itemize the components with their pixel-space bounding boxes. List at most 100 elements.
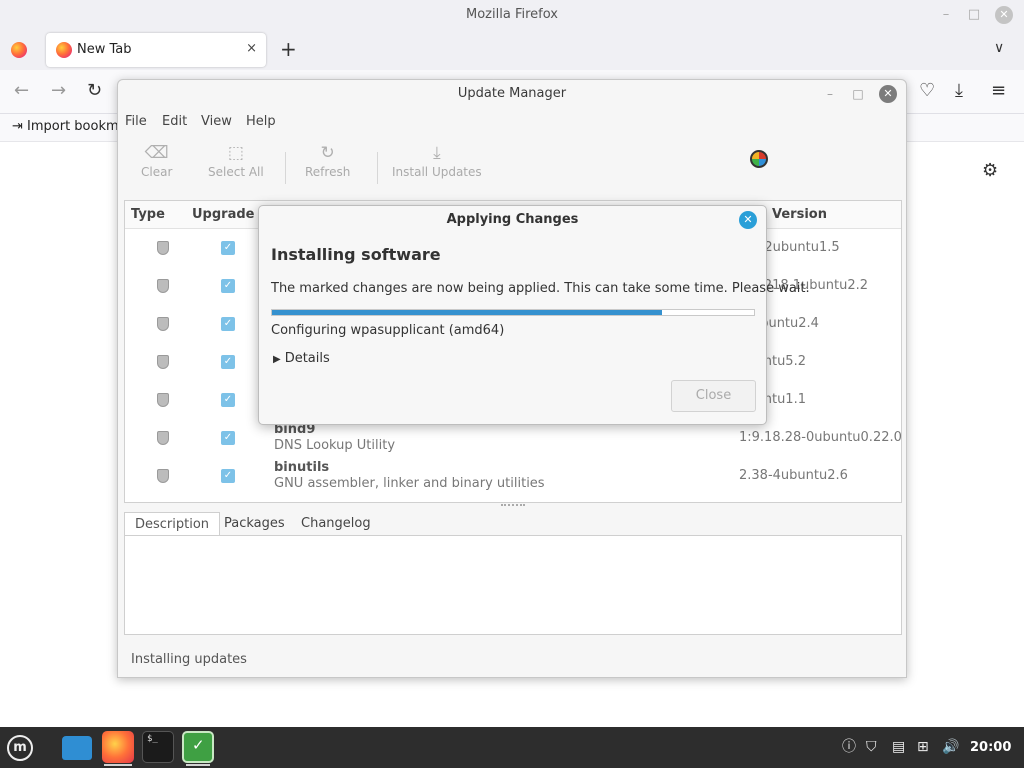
package-version: 1:9.18.28-0ubuntu0.22.04.	[739, 430, 902, 445]
files-folder-icon[interactable]	[62, 736, 92, 760]
menu-icon[interactable]: ≡	[991, 81, 1006, 101]
firefox-close-button[interactable]: ✕	[995, 6, 1013, 24]
firefox-window-title: Mozilla Firefox	[466, 7, 558, 22]
firefox-minimize-button[interactable]: –	[937, 6, 955, 24]
firefox-tab-icon	[56, 42, 72, 58]
tab-changelog[interactable]: Changelog	[291, 512, 381, 536]
tab-new-tab[interactable]: New Tab ×	[46, 33, 266, 67]
notification-icon[interactable]: ⓘ	[842, 739, 856, 755]
column-upgrade[interactable]: Upgrade	[192, 207, 254, 222]
upgrade-checkbox[interactable]: ✓	[221, 393, 235, 407]
status-globe-icon	[750, 150, 768, 168]
refresh-icon: ↻	[320, 143, 335, 163]
dialog-title: Applying Changes	[446, 212, 579, 227]
applying-changes-dialog: Applying Changes ✕ Installing software T…	[258, 205, 810, 425]
dialog-message: The marked changes are now being applied…	[271, 281, 810, 296]
menu-view[interactable]: View	[201, 114, 232, 129]
terminal-icon[interactable]: $_	[142, 731, 174, 763]
update-manager-shield-icon[interactable]	[182, 731, 214, 766]
import-bookmarks-link[interactable]: ⇥ Import bookm	[12, 119, 119, 134]
firefox-taskbar-icon[interactable]	[102, 731, 134, 766]
security-shield-icon	[157, 317, 169, 331]
package-description: GNU assembler, linker and binary utiliti…	[274, 476, 545, 491]
reload-icon[interactable]: ↻	[87, 81, 102, 101]
toolbar-separator	[377, 152, 378, 184]
security-shield-icon	[157, 355, 169, 369]
taskbar: m $_ ⓘ ⛉ ▤ ⊞ 🔊 20:00	[0, 727, 1024, 768]
network-icon[interactable]: ⊞	[917, 739, 929, 755]
clear-label: Clear	[141, 165, 173, 179]
tab-description[interactable]: Description	[124, 512, 221, 536]
pocket-icon[interactable]: ♡	[919, 81, 935, 101]
tab-close-icon[interactable]: ×	[246, 41, 257, 56]
firefox-tab-strip: New Tab × + ∨	[0, 30, 1024, 70]
status-bar-text: Installing updates	[131, 652, 247, 667]
volume-icon[interactable]: 🔊	[942, 739, 959, 755]
um-minimize-button[interactable]: –	[821, 85, 839, 103]
clipboard-icon[interactable]: ▤	[892, 739, 905, 755]
refresh-label: Refresh	[305, 165, 351, 179]
firefox-view-icon[interactable]	[11, 42, 27, 58]
close-button[interactable]: Close	[671, 380, 756, 412]
list-all-tabs-icon[interactable]: ∨	[994, 40, 1004, 56]
firefox-maximize-button[interactable]: □	[965, 6, 983, 24]
menu-file[interactable]: File	[125, 114, 147, 129]
pane-splitter-handle[interactable]	[501, 504, 525, 507]
expand-triangle-icon: ▶	[273, 354, 281, 365]
install-updates-label: Install Updates	[392, 165, 482, 179]
table-row[interactable]: ✓ binutils GNU assembler, linker and bin…	[125, 459, 901, 497]
select-all-icon: ⬚	[227, 143, 244, 163]
install-updates-button[interactable]: ⤓ Install Updates	[392, 143, 482, 179]
um-close-button[interactable]: ✕	[879, 85, 897, 103]
upgrade-checkbox[interactable]: ✓	[221, 279, 235, 293]
toolbar-separator	[285, 152, 286, 184]
select-all-button[interactable]: ⬚ Select All	[208, 143, 264, 179]
toolbar: ⌫ Clear ⬚ Select All ↻ Refresh ⤓ Install…	[118, 137, 906, 191]
um-maximize-button[interactable]: □	[849, 85, 867, 103]
new-tab-button[interactable]: +	[280, 38, 297, 60]
security-shield-icon	[157, 431, 169, 445]
upgrade-checkbox[interactable]: ✓	[221, 241, 235, 255]
progress-bar-fill	[272, 310, 663, 315]
details-expander[interactable]: ▶ Details	[273, 351, 330, 366]
upgrade-checkbox[interactable]: ✓	[221, 469, 235, 483]
clock[interactable]: 20:00	[970, 740, 1011, 755]
upgrade-checkbox[interactable]: ✓	[221, 431, 235, 445]
tab-packages[interactable]: Packages	[214, 512, 295, 536]
dialog-close-icon[interactable]: ✕	[739, 211, 757, 229]
update-manager-titlebar: Update Manager – □ ✕	[118, 80, 906, 110]
security-shield-icon	[157, 393, 169, 407]
tab-label: New Tab	[77, 42, 132, 57]
menu-bar: File Edit View Help	[118, 110, 906, 134]
clear-button[interactable]: ⌫ Clear	[141, 143, 172, 179]
update-shield-tray-icon[interactable]: ⛉	[866, 739, 877, 755]
details-label: Details	[284, 351, 330, 366]
import-bookmarks-label: Import bookm	[27, 119, 119, 134]
package-version: 2.38-4ubuntu2.6	[739, 468, 848, 483]
downloads-icon[interactable]: ⤓	[955, 81, 963, 101]
firefox-titlebar: Mozilla Firefox – □ ✕	[0, 0, 1024, 30]
security-shield-icon	[157, 279, 169, 293]
menu-help[interactable]: Help	[246, 114, 276, 129]
clear-icon: ⌫	[144, 143, 169, 163]
forward-icon[interactable]: →	[51, 81, 66, 101]
refresh-button[interactable]: ↻ Refresh	[305, 143, 350, 179]
back-icon[interactable]: ←	[14, 81, 29, 101]
upgrade-checkbox[interactable]: ✓	[221, 317, 235, 331]
package-description: DNS Lookup Utility	[274, 438, 396, 453]
progress-status: Configuring wpasupplicant (amd64)	[271, 323, 505, 338]
package-name: binutils	[274, 460, 330, 475]
table-row[interactable]: ✓ bind9 DNS Lookup Utility 1:9.18.28-0ub…	[125, 421, 901, 459]
progress-bar	[271, 309, 755, 316]
menu-edit[interactable]: Edit	[162, 114, 187, 129]
upgrade-checkbox[interactable]: ✓	[221, 355, 235, 369]
install-updates-icon: ⤓	[433, 143, 441, 163]
dialog-heading: Installing software	[271, 245, 441, 264]
update-manager-title: Update Manager	[457, 86, 567, 101]
column-new-version[interactable]: Version	[772, 207, 827, 222]
column-type[interactable]: Type	[131, 207, 165, 222]
details-tabs: Description Packages Changelog	[124, 512, 902, 636]
description-pane	[124, 535, 902, 635]
gear-icon[interactable]: ⚙	[982, 160, 998, 181]
mint-menu-icon[interactable]: m	[7, 735, 33, 761]
